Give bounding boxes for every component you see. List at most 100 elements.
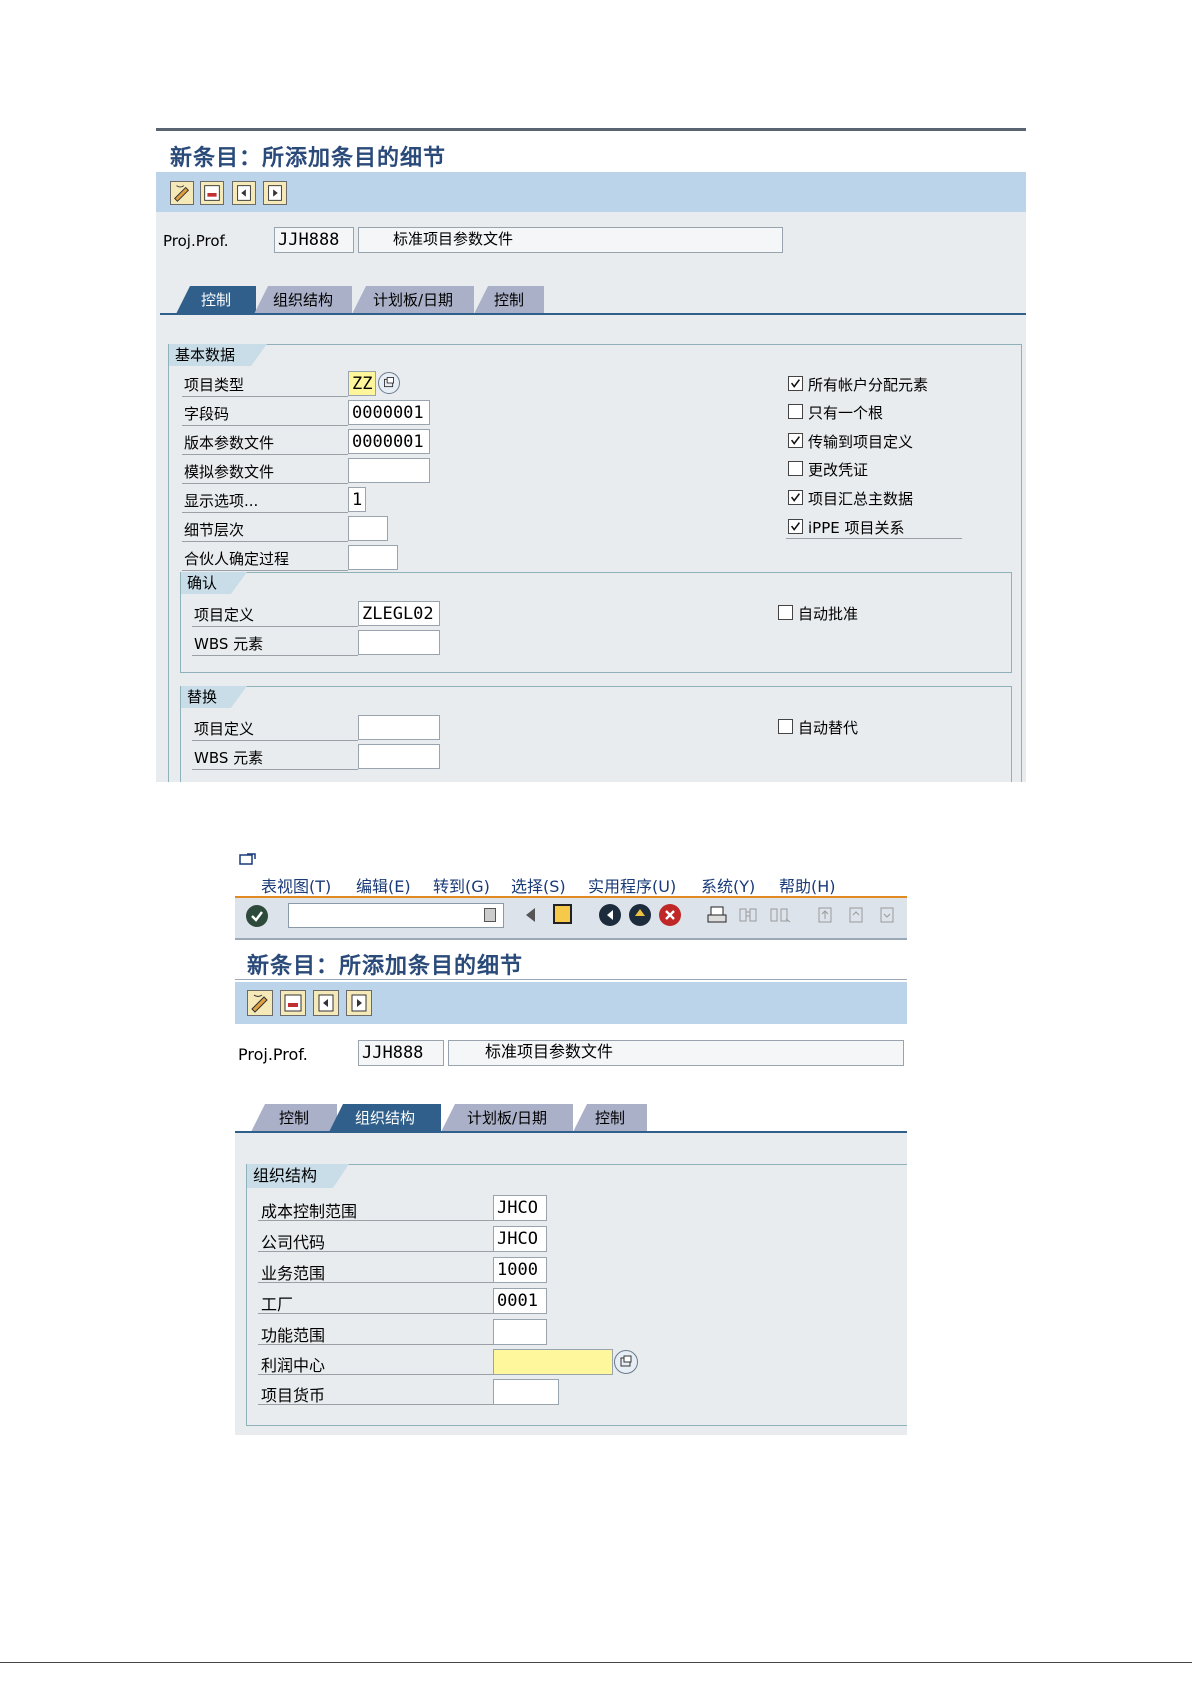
tab-control[interactable]: 控制: [251, 1104, 337, 1132]
field-label-plant: 工厂: [261, 1295, 294, 1314]
tab-strip-rule: [160, 313, 1026, 315]
search-help-icon[interactable]: [378, 372, 400, 394]
top-rule: [156, 128, 1026, 131]
next-entry-icon[interactable]: [263, 181, 287, 205]
business-area-input[interactable]: 1000: [493, 1257, 547, 1283]
menu-table-view[interactable]: 表视图(T): [261, 873, 331, 897]
checkbox-label: 自动批准: [798, 605, 859, 623]
functional-area-input[interactable]: [493, 1319, 547, 1345]
tab-org-structure[interactable]: 组织结构: [329, 1104, 441, 1132]
search-help-icon[interactable]: [614, 1350, 638, 1374]
field-label-project-definition: 项目定义: [194, 720, 255, 738]
field-label-profit-center: 利润中心: [261, 1356, 326, 1375]
checkbox-all-account-assignment[interactable]: [788, 376, 803, 391]
field-label-wbs-element: WBS 元素: [194, 749, 264, 767]
menu-goto[interactable]: 转到(G): [433, 873, 490, 897]
exit-icon[interactable]: [629, 904, 651, 926]
proj-prof-input[interactable]: JJH888: [358, 1040, 444, 1066]
field-label-project-currency: 项目货币: [261, 1386, 326, 1405]
tab-planning-board[interactable]: 计划板/日期: [352, 286, 474, 314]
checkbox-change-documents[interactable]: [788, 461, 803, 476]
checkbox-label: iPPE 项目关系: [808, 519, 905, 537]
window-corner-icon[interactable]: [239, 852, 257, 866]
field-label-company-code: 公司代码: [261, 1233, 326, 1252]
row-underline: [182, 483, 348, 484]
menu-selection[interactable]: 选择(S): [511, 873, 566, 897]
checkbox-label: 更改凭证: [808, 461, 869, 479]
row-underline: [258, 1282, 494, 1283]
controlling-area-input[interactable]: JHCO: [493, 1195, 547, 1221]
previous-entry-icon[interactable]: [232, 181, 256, 205]
project-currency-input[interactable]: [493, 1379, 559, 1405]
field-label-simulation-profile: 模拟参数文件: [184, 463, 275, 481]
checkbox-label: 只有一个根: [808, 404, 884, 422]
save-icon[interactable]: [553, 904, 572, 924]
screen1-panel: 新条目：所添加条目的细节 Proj.Prof. JJH888 标准项目参数文件 …: [156, 128, 1026, 782]
command-field[interactable]: [288, 903, 504, 928]
basic-data-title: 基本数据: [169, 344, 267, 366]
menu-utilities[interactable]: 实用程序(U): [588, 873, 676, 897]
row-underline: [182, 570, 348, 571]
checkbox-transfer-to-project-def[interactable]: [788, 433, 803, 448]
find-next-icon[interactable]: [768, 905, 792, 925]
menu-help[interactable]: 帮助(H): [779, 873, 836, 897]
checkbox-auto-approve[interactable]: [778, 605, 793, 620]
replace-project-def-input[interactable]: [358, 715, 440, 740]
field-label-field-key: 字段码: [184, 405, 230, 423]
tab-planning-board[interactable]: 计划板/日期: [441, 1104, 573, 1132]
proj-prof-input[interactable]: JJH888: [274, 227, 354, 253]
edit-pencil-icon[interactable]: [247, 990, 273, 1016]
simulation-profile-input[interactable]: [348, 458, 430, 483]
field-key-input[interactable]: 0000001: [348, 400, 430, 425]
find-icon[interactable]: [737, 905, 759, 925]
profit-center-input[interactable]: [493, 1349, 613, 1375]
plant-input[interactable]: 0001: [493, 1288, 547, 1314]
enter-check-icon[interactable]: [246, 905, 268, 927]
previous-page-icon[interactable]: [846, 905, 868, 925]
project-type-input[interactable]: ZZ: [348, 371, 376, 396]
print-icon[interactable]: [706, 905, 728, 925]
checkbox-auto-substitute[interactable]: [778, 719, 793, 734]
command-history-icon[interactable]: [484, 908, 496, 922]
proj-prof-description: 标准项目参数文件: [448, 1040, 904, 1066]
display-options-input[interactable]: 1: [348, 487, 366, 512]
save-entry-icon[interactable]: [280, 990, 306, 1016]
tab-control[interactable]: 控制: [176, 286, 256, 314]
proj-prof-label: Proj.Prof.: [163, 232, 229, 250]
row-underline: [258, 1220, 494, 1221]
next-entry-icon[interactable]: [346, 990, 372, 1016]
page-footer-rule: [0, 1662, 1192, 1663]
next-page-icon[interactable]: [877, 905, 899, 925]
first-page-icon[interactable]: [815, 905, 837, 925]
version-profile-input[interactable]: 0000001: [348, 429, 430, 454]
field-label-display-options: 显示选项...: [184, 492, 259, 510]
confirm-project-def-input[interactable]: ZLEGL02: [358, 601, 440, 626]
previous-entry-icon[interactable]: [313, 990, 339, 1016]
field-label-project-type: 项目类型: [184, 376, 245, 394]
tab-control-2[interactable]: 控制: [573, 1104, 647, 1132]
collapse-arrow-icon[interactable]: [526, 908, 535, 922]
checkbox-only-one-root[interactable]: [788, 404, 803, 419]
company-code-input[interactable]: JHCO: [493, 1226, 547, 1252]
partner-procedure-input[interactable]: [348, 545, 398, 570]
tab-org-structure[interactable]: 组织结构: [254, 286, 352, 314]
row-underline: [192, 626, 358, 627]
detail-level-input[interactable]: [348, 516, 388, 541]
save-entry-icon[interactable]: [200, 181, 224, 205]
cancel-icon[interactable]: [659, 904, 681, 926]
replace-wbs-input[interactable]: [358, 744, 440, 769]
checkbox-project-summary-master-data[interactable]: [788, 490, 803, 505]
checkbox-ippe-project-relationship[interactable]: [788, 519, 803, 534]
field-label-version-profile: 版本参数文件: [184, 434, 275, 452]
edit-pencil-icon[interactable]: [170, 181, 194, 205]
field-label-detail-level: 细节层次: [184, 521, 245, 539]
field-label-partner-procedure: 合伙人确定过程: [184, 550, 290, 568]
menu-system[interactable]: 系统(Y): [701, 873, 755, 897]
menu-edit[interactable]: 编辑(E): [356, 873, 411, 897]
confirm-wbs-input[interactable]: [358, 630, 440, 655]
back-icon[interactable]: [599, 904, 621, 926]
row-underline: [182, 396, 348, 397]
row-underline: [182, 454, 348, 455]
checkbox-label: 自动替代: [798, 719, 859, 737]
proj-prof-desc-text: 标准项目参数文件: [393, 231, 514, 248]
